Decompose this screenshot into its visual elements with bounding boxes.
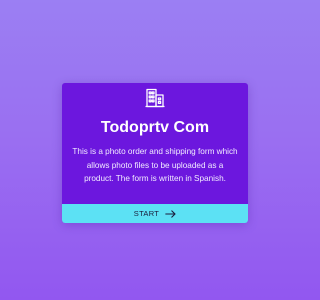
welcome-content: Todoprtv Com This is a photo order and s… xyxy=(62,83,248,204)
start-button-label: START xyxy=(133,209,160,218)
form-welcome-card: Todoprtv Com This is a photo order and s… xyxy=(62,83,248,223)
start-button[interactable]: START xyxy=(62,204,248,223)
building-icon xyxy=(144,87,166,109)
form-description: This is a photo order and shipping form … xyxy=(72,147,238,183)
arrow-right-icon xyxy=(165,209,176,218)
form-title: Todoprtv Com xyxy=(100,119,210,136)
